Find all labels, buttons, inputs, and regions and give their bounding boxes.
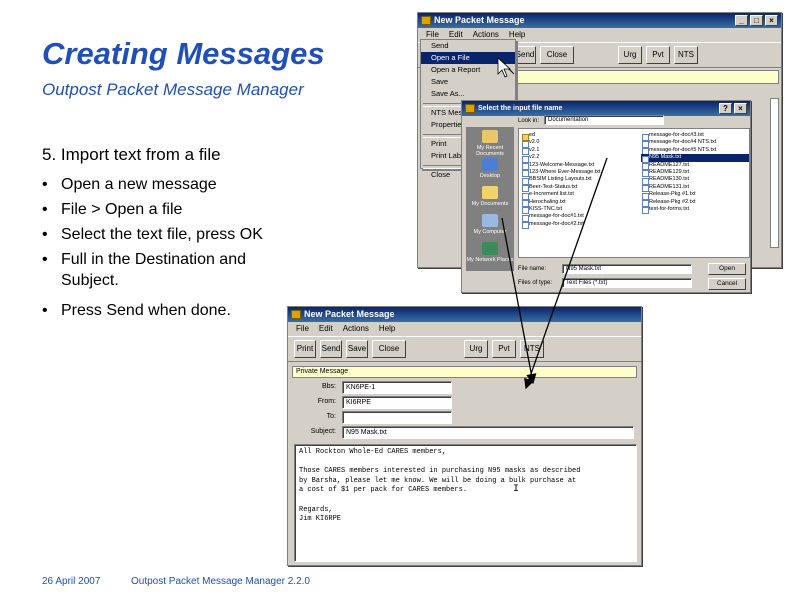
dialog-to-body-arrow — [501, 217, 537, 385]
mouse-cursor-icon — [497, 57, 512, 78]
callout-arrows — [497, 57, 608, 390]
file-to-subject-arrow — [524, 157, 608, 390]
